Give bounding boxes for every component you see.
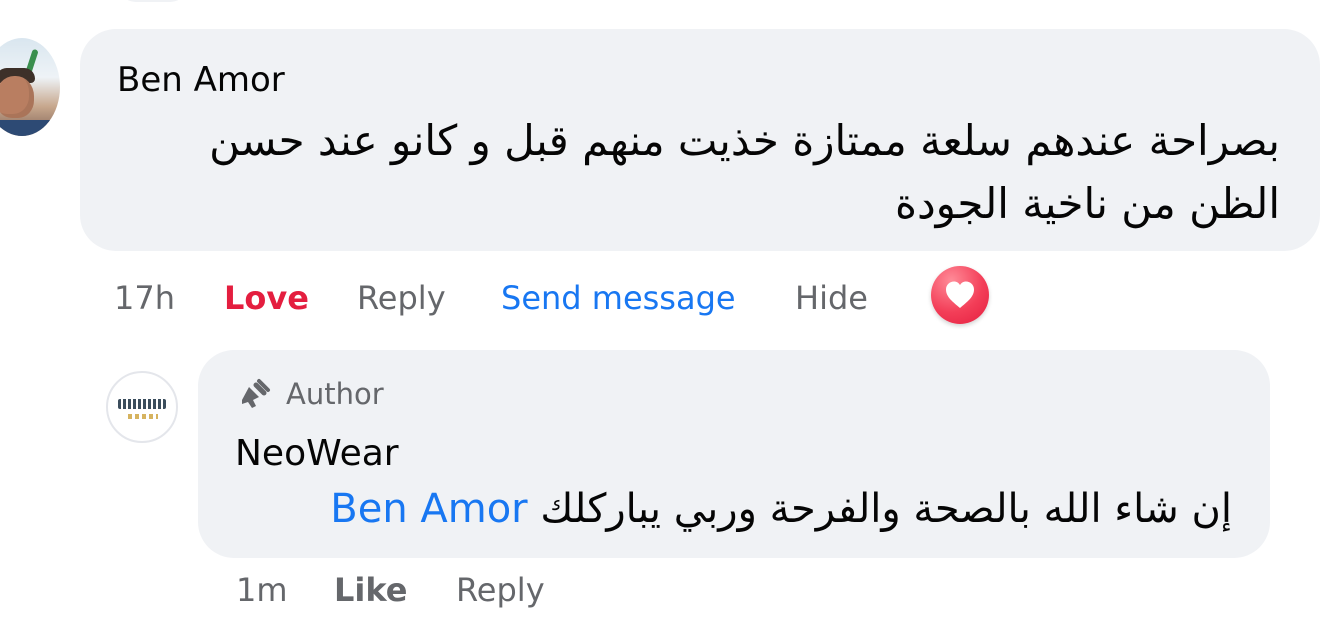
brand-logo	[118, 399, 166, 409]
reply-text-body: إن شاء الله بالصحة والفرحة وربي يباركلك	[540, 486, 1232, 532]
brand-logo-dots	[128, 414, 158, 419]
avatar[interactable]	[106, 371, 178, 443]
author-badge-label: Author	[286, 377, 384, 411]
reply-actions: 1m Like Reply	[0, 569, 700, 611]
avatar-shirt	[0, 120, 60, 136]
reply-time-link[interactable]: 1m	[236, 569, 288, 611]
reply-author[interactable]: NeoWear	[235, 432, 399, 476]
like-button[interactable]: Like	[334, 569, 407, 611]
hide-button[interactable]: Hide	[795, 277, 868, 319]
comment-text: بصراحة عندهم سلعة ممتازة خذيت منهم قبل و…	[209, 116, 1280, 228]
reply-text: إن شاء الله بالصحة والفرحة وربي يباركلك …	[330, 482, 1232, 536]
avatar-face	[0, 76, 34, 118]
avatar[interactable]	[0, 38, 60, 136]
comment-bubble: Ben Amor بصراحة عندهم سلعة ممتازة خذيت م…	[80, 29, 1320, 251]
heart-icon-glyph	[946, 281, 974, 308]
reply-button[interactable]: Reply	[456, 569, 545, 611]
love-button[interactable]: Love	[224, 277, 309, 319]
comment-time-link[interactable]: 17h	[114, 277, 175, 319]
mention-link[interactable]: Ben Amor	[330, 486, 527, 532]
send-message-button[interactable]: Send message	[501, 277, 736, 319]
megaphone-icon	[242, 379, 270, 408]
reply-button[interactable]: Reply	[357, 277, 446, 319]
comment-author[interactable]: Ben Amor	[117, 60, 285, 100]
comment-thread: Ben Amor بصراحة عندهم سلعة ممتازة خذيت م…	[0, 0, 1326, 617]
heart-icon[interactable]	[931, 266, 989, 324]
comment-actions: 17h Love Reply Send message Hide	[0, 277, 1000, 319]
previous-comment-fragment	[118, 0, 188, 2]
author-badge: Author	[235, 374, 384, 414]
reply-bubble: Author NeoWear إن شاء الله بالصحة والفرح…	[198, 350, 1270, 558]
